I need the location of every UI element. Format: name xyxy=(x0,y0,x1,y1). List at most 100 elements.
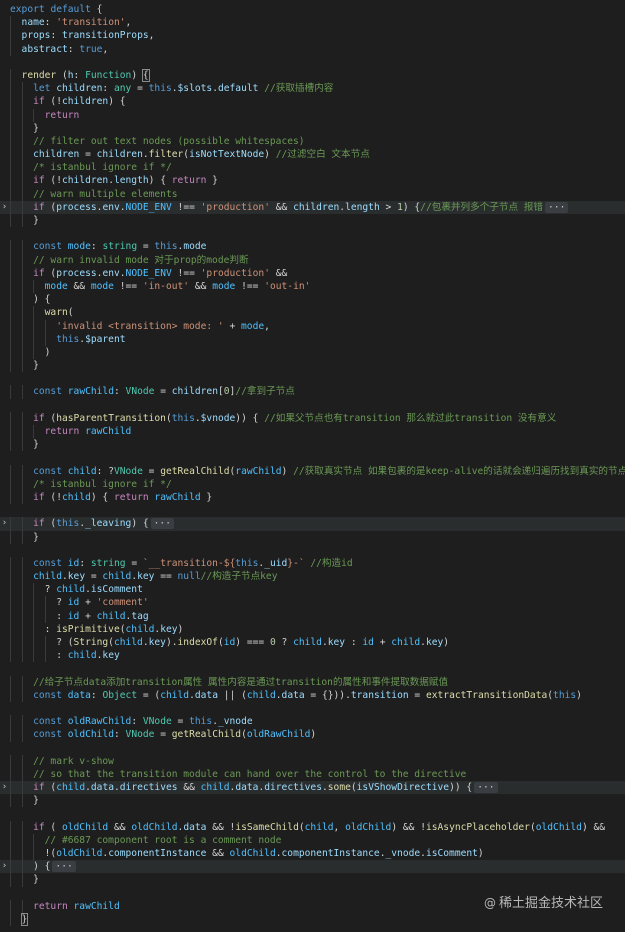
code-line[interactable] xyxy=(0,399,625,412)
code-token: getRealChild xyxy=(160,465,230,477)
code-line[interactable]: // so that the transition module can han… xyxy=(0,767,625,782)
code-line[interactable]: } xyxy=(0,214,625,228)
code-line[interactable]: : child.key xyxy=(0,649,625,663)
code-line[interactable]: children = children.filter(isNotTextNode… xyxy=(0,148,625,162)
indent-guide xyxy=(10,649,11,663)
code-token: ) xyxy=(443,637,450,648)
indent-guide xyxy=(10,148,11,162)
code-line[interactable]: const rawChild: VNode = children[0]//拿到子… xyxy=(0,385,625,399)
code-content: ) { xyxy=(33,294,50,305)
code-line[interactable]: } xyxy=(0,359,625,373)
code-line[interactable]: this.$parent xyxy=(0,332,625,346)
code-token: } xyxy=(206,175,218,187)
code-line[interactable]: › if (child.data.directives && child.data… xyxy=(0,781,625,795)
code-token: id xyxy=(67,597,80,609)
folded-region-ellipsis[interactable]: ··· xyxy=(474,782,498,794)
code-line[interactable] xyxy=(0,372,625,385)
code-line[interactable]: } xyxy=(0,121,625,135)
code-line[interactable]: if (hasParentTransition(this.$vnode)) { … xyxy=(0,411,625,425)
code-line[interactable]: !(oldChild.componentInstance && oldChild… xyxy=(0,847,625,861)
code-line[interactable]: const data: Object = (child.data || (chi… xyxy=(0,688,625,702)
code-line[interactable]: //给子节点data添加transition属性 属性内容是通过transiti… xyxy=(0,675,625,689)
code-token: Function xyxy=(85,69,132,81)
code-line[interactable]: props: transitionProps, xyxy=(0,29,625,43)
code-line[interactable]: const mode: string = this.mode xyxy=(0,240,625,254)
code-line[interactable]: if (!children) { xyxy=(0,95,625,109)
code-line[interactable]: let children: any = this.$slots.default … xyxy=(0,82,625,96)
code-token: child xyxy=(96,610,126,622)
code-token: // filter out text nodes (possible white… xyxy=(33,135,305,147)
code-line[interactable]: : id + child.tag xyxy=(0,609,625,623)
code-line[interactable]: mode && mode !== 'in-out' && mode !== 'o… xyxy=(0,279,625,294)
folded-region-ellipsis[interactable]: ··· xyxy=(150,518,174,530)
code-line[interactable]: child.key = child.key == null//构造子节点key xyxy=(0,570,625,584)
code-line[interactable]: ? id + 'comment' xyxy=(0,596,625,610)
code-line[interactable]: /* istanbul ignore if */ xyxy=(0,161,625,175)
code-line[interactable]: › if (this._leaving) {··· xyxy=(0,517,625,531)
code-line[interactable]: const oldRawChild: VNode = this._vnode xyxy=(0,715,625,729)
code-line[interactable] xyxy=(0,807,625,820)
code-line[interactable]: ) { xyxy=(0,293,625,307)
code-line[interactable]: } xyxy=(0,530,625,544)
chevron-right-icon[interactable]: › xyxy=(0,201,9,214)
code-line[interactable]: ›) {··· xyxy=(0,860,625,874)
code-line[interactable]: } xyxy=(0,873,625,887)
chevron-right-icon[interactable]: › xyxy=(0,860,9,873)
code-line[interactable]: › if (process.env.NODE_ENV !== 'productio… xyxy=(0,200,625,214)
code-line[interactable]: if (!children.length) { return } xyxy=(0,174,625,188)
code-line[interactable]: if (!child) { return rawChild } xyxy=(0,490,625,505)
code-line[interactable]: const child: ?VNode = getRealChild(rawCh… xyxy=(0,464,625,478)
code-line[interactable] xyxy=(0,504,625,517)
code-line[interactable]: : isPrimitive(child.key) xyxy=(0,622,625,636)
code-line[interactable]: const id: string = `__transition-${this.… xyxy=(0,556,625,571)
code-line[interactable]: export default { xyxy=(0,3,625,16)
code-line[interactable]: 'invalid <transition> mode: ' + mode, xyxy=(0,319,625,333)
code-line[interactable]: // warn multiple elements xyxy=(0,187,625,201)
code-line[interactable]: // #6687 component root is a comment nod… xyxy=(0,833,625,847)
indent-guide xyxy=(21,596,23,610)
code-line[interactable]: render (h: Function) { xyxy=(0,68,625,83)
code-token: directives xyxy=(119,782,178,794)
code-token: /* istanbul ignore if */ xyxy=(33,162,172,174)
code-line[interactable] xyxy=(0,662,625,675)
chevron-right-icon[interactable]: › xyxy=(0,781,9,794)
code-line[interactable] xyxy=(0,56,625,69)
code-line[interactable]: return rawChild xyxy=(0,425,625,439)
code-token: : xyxy=(113,386,126,398)
code-content: } xyxy=(33,532,39,543)
code-line[interactable]: ? child.isComment xyxy=(0,583,625,597)
code-line[interactable]: const oldChild: VNode = getRealChild(old… xyxy=(0,728,625,742)
code-line[interactable]: } xyxy=(0,438,625,452)
code-line[interactable] xyxy=(0,451,625,464)
code-line[interactable]: // warn invalid mode 对于prop的mode判断 xyxy=(0,253,625,267)
chevron-right-icon[interactable]: › xyxy=(0,517,9,530)
indent-guide xyxy=(10,715,11,729)
indent-guide xyxy=(10,411,11,425)
code-content: return rawChild xyxy=(33,901,120,912)
folded-region-ellipsis[interactable]: ··· xyxy=(545,201,569,213)
code-line[interactable]: warn( xyxy=(0,306,625,320)
code-line[interactable] xyxy=(0,227,625,240)
code-line[interactable] xyxy=(0,544,625,557)
indent-guide xyxy=(21,134,23,149)
code-line[interactable]: return xyxy=(0,108,625,122)
code-token: process xyxy=(56,201,97,213)
code-line[interactable]: ) xyxy=(0,345,625,360)
indent-guide xyxy=(21,556,23,571)
code-line[interactable]: abstract: true, xyxy=(0,42,625,56)
code-line[interactable]: } xyxy=(0,912,625,927)
code-token: child xyxy=(246,689,276,701)
code-line[interactable]: if (process.env.NODE_ENV !== 'production… xyxy=(0,266,625,280)
code-line[interactable]: // filter out text nodes (possible white… xyxy=(0,134,625,149)
code-line[interactable]: name: 'transition', xyxy=(0,16,625,30)
code-token: String xyxy=(73,637,109,648)
code-line[interactable]: ? (String(child.key).indexOf(id) === 0 ?… xyxy=(0,636,625,650)
folded-region-ellipsis[interactable]: ··· xyxy=(52,861,76,873)
code-line[interactable]: // mark v-show xyxy=(0,754,625,768)
code-editor[interactable]: export default {name: 'transition', props… xyxy=(0,3,625,927)
code-line[interactable] xyxy=(0,702,625,715)
code-line[interactable] xyxy=(0,742,625,755)
code-line[interactable]: /* istanbul ignore if */ xyxy=(0,477,625,491)
code-line[interactable]: if ( oldChild && oldChild.data && !isSam… xyxy=(0,820,625,834)
code-line[interactable]: } xyxy=(0,794,625,808)
